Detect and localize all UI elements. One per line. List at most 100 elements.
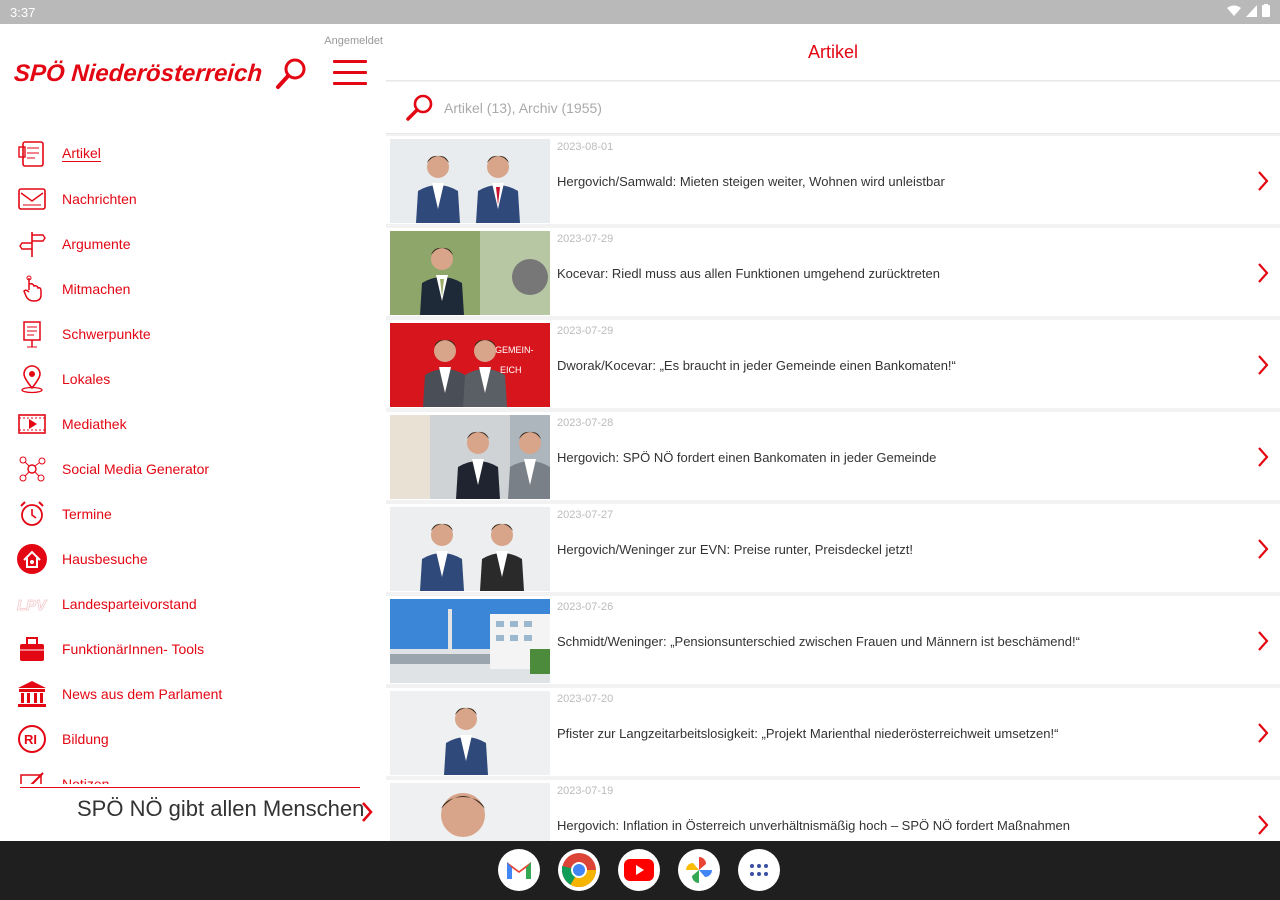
ticker-text: SPÖ NÖ gibt allen Menschen [77, 796, 365, 821]
sidebar: Angemeldet SPÖ Niederösterreich Artikel N… [0, 24, 386, 841]
sidebar-item-label: News aus dem Parlament [62, 685, 223, 702]
article-date: 2023-07-26 [557, 601, 614, 613]
article-title: Hergovich/Samwald: Mieten steigen weiter… [557, 174, 945, 189]
article-thumbnail [390, 139, 550, 223]
article-row[interactable]: 2023-08-01 Hergovich/Samwald: Mieten stei… [386, 136, 1280, 228]
wifi-icon [1227, 5, 1241, 20]
sidebar-item-schwerpunkte[interactable]: Schwerpunkte [0, 311, 386, 356]
article-thumbnail [390, 231, 550, 315]
menu-icon[interactable] [333, 60, 367, 88]
sidebar-item-label: Schwerpunkte [62, 325, 151, 342]
svg-text:GEMEIN-: GEMEIN- [495, 345, 534, 355]
sidebar-item-news-aus-dem-parlament[interactable]: News aus dem Parlament [0, 671, 386, 716]
video-icon [16, 408, 48, 440]
article-title: Dworak/Kocevar: „Es braucht in jeder Gem… [557, 358, 956, 373]
article-row[interactable]: 2023-07-26 Schmidt/Weninger: „Pensionsunt… [386, 596, 1280, 688]
sidebar-item-lokales[interactable]: Lokales [0, 356, 386, 401]
sidebar-item-label: Mediathek [62, 415, 127, 432]
chevron-right-icon [1256, 630, 1270, 652]
article-title: Hergovich: Inflation in Österreich unver… [557, 818, 1071, 833]
news-ticker[interactable]: SPÖ NÖ gibt allen Menschen [0, 784, 386, 834]
sidebar-item-argumente[interactable]: Argumente [0, 221, 386, 266]
app-drawer-icon[interactable] [738, 849, 780, 891]
photos-icon[interactable] [678, 849, 720, 891]
sidebar-item-funktion-rinnen-tools[interactable]: FunktionärInnen- Tools [0, 626, 386, 671]
social-network-icon [16, 453, 48, 485]
article-date: 2023-08-01 [557, 141, 614, 153]
article-thumbnail [390, 415, 550, 499]
chevron-right-icon [1256, 722, 1270, 744]
lpv-icon: LPV [16, 588, 48, 620]
chevron-right-icon [1256, 262, 1270, 284]
article-thumbnail [390, 507, 550, 591]
status-bar: 3:37 [0, 0, 1280, 24]
sidebar-item-label: Artikel [62, 145, 101, 162]
article-search[interactable]: Artikel (13), Archiv (1955) [386, 82, 1280, 134]
sidebar-item-label: Argumente [62, 235, 131, 252]
svg-text:EICH: EICH [500, 365, 522, 375]
sidebar-item-hausbesuche[interactable]: Hausbesuche [0, 536, 386, 581]
article-date: 2023-07-29 [557, 233, 614, 245]
article-date: 2023-07-28 [557, 417, 614, 429]
article-row[interactable]: 2023-07-19 Hergovich: Inflation in Österr… [386, 780, 1280, 841]
battery-icon [1262, 4, 1270, 20]
chevron-right-icon[interactable] [360, 800, 374, 829]
article-row[interactable]: GEMEIN- EICH 2023-07-29 Dworak/Kocevar: „Es… [386, 320, 1280, 412]
sidebar-item-social-media-generator[interactable]: Social Media Generator [0, 446, 386, 491]
article-title: Pfister zur Langzeitarbeitslosigkeit: „P… [557, 726, 1059, 741]
article-list: 2023-08-01 Hergovich/Samwald: Mieten stei… [386, 136, 1280, 841]
main-panel: Artikel Artikel (13), Archiv (1955) 2023… [386, 24, 1280, 841]
article-thumbnail [390, 783, 550, 841]
sidebar-item-label: Termine [62, 505, 112, 522]
main-header: Artikel [386, 24, 1280, 81]
signpost-icon [16, 228, 48, 260]
article-row[interactable]: 2023-07-28 Hergovich: SPÖ NÖ fordert eine… [386, 412, 1280, 504]
signal-icon [1246, 4, 1257, 20]
search-icon[interactable] [274, 56, 310, 92]
sidebar-item-landesparteivorstand[interactable]: LPV Landesparteivorstand [0, 581, 386, 626]
sidebar-nav: Artikel Nachrichten Argumente Mitmachen Schw… [0, 131, 386, 791]
sidebar-item-mediathek[interactable]: Mediathek [0, 401, 386, 446]
article-title: Kocevar: Riedl muss aus allen Funktionen… [557, 266, 940, 281]
alarm-clock-icon [16, 498, 48, 530]
logged-in-label: Angemeldet [324, 35, 383, 47]
toolbox-icon [16, 633, 48, 665]
status-time: 3:37 [10, 4, 36, 20]
article-row[interactable]: 2023-07-27 Hergovich/Weninger zur EVN: Pr… [386, 504, 1280, 596]
taskbar [0, 841, 1280, 900]
spoe-logo: SPÖ Niederösterreich [13, 60, 264, 87]
hand-pointer-icon [16, 273, 48, 305]
article-title: Schmidt/Weninger: „Pensionsunterschied z… [557, 634, 1080, 649]
sidebar-item-label: Hausbesuche [62, 550, 148, 567]
parliament-icon [16, 678, 48, 710]
sidebar-item-label: Social Media Generator [62, 460, 210, 477]
sidebar-item-nachrichten[interactable]: Nachrichten [0, 176, 386, 221]
article-title: Hergovich: SPÖ NÖ fordert einen Bankomat… [557, 450, 937, 465]
article-date: 2023-07-27 [557, 509, 614, 521]
chevron-right-icon [1256, 446, 1270, 468]
article-thumbnail [390, 691, 550, 775]
article-row[interactable]: 2023-07-20 Pfister zur Langzeitarbeitslos… [386, 688, 1280, 780]
gmail-icon[interactable] [498, 849, 540, 891]
chevron-right-icon [1256, 170, 1270, 192]
easel-icon [16, 318, 48, 350]
article-date: 2023-07-29 [557, 325, 614, 337]
sidebar-item-label: Landesparteivorstand [62, 595, 197, 612]
house-visit-icon [16, 543, 48, 575]
sidebar-item-label: Lokales [62, 370, 111, 387]
search-icon[interactable] [404, 92, 436, 124]
sidebar-item-mitmachen[interactable]: Mitmachen [0, 266, 386, 311]
article-row[interactable]: 2023-07-29 Kocevar: Riedl muss aus allen … [386, 228, 1280, 320]
app-dock [498, 849, 780, 891]
chevron-right-icon [1256, 354, 1270, 376]
article-thumbnail [390, 599, 550, 683]
search-input[interactable]: Artikel (13), Archiv (1955) [444, 100, 602, 116]
youtube-icon[interactable] [618, 849, 660, 891]
sidebar-item-label: Nachrichten [62, 190, 137, 207]
article-title: Hergovich/Weninger zur EVN: Preise runte… [557, 542, 913, 557]
chrome-icon[interactable] [558, 849, 600, 891]
chevron-right-icon [1256, 538, 1270, 560]
sidebar-item-bildung[interactable]: RI Bildung [0, 716, 386, 761]
sidebar-item-artikel[interactable]: Artikel [0, 131, 386, 176]
sidebar-item-termine[interactable]: Termine [0, 491, 386, 536]
